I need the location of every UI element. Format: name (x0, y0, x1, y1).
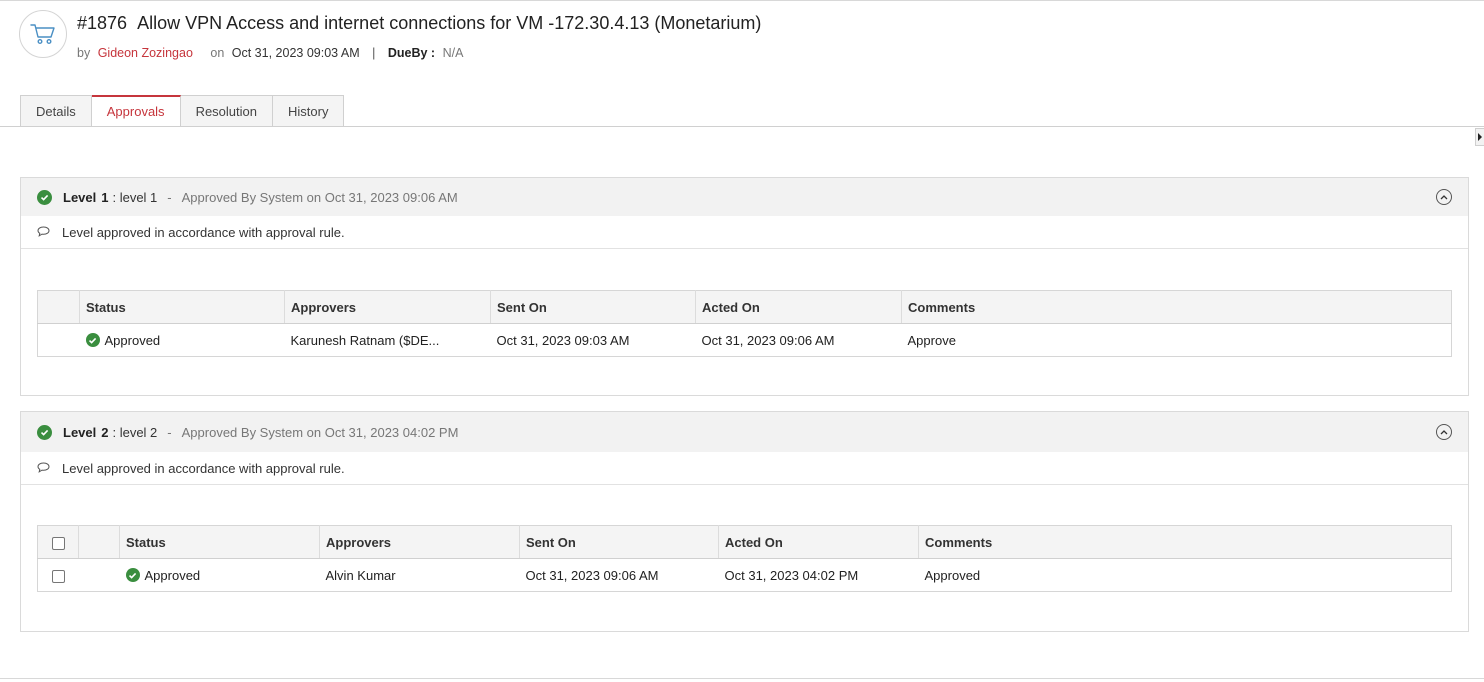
table-row: Approved Karunesh Ratnam ($DE... Oct 31,… (38, 324, 1452, 357)
request-title: #1876 Allow VPN Access and internet conn… (77, 13, 761, 34)
tab-history[interactable]: History (273, 95, 345, 127)
check-circle-icon (85, 333, 100, 347)
level-number: 1 (101, 189, 109, 205)
approval-level-1: Level 1 : level 1 - Approved By System o… (20, 177, 1469, 396)
row-select-cell (38, 559, 79, 592)
column-header-sent-on[interactable]: Sent On (490, 290, 696, 324)
column-header-blank (37, 290, 80, 324)
approvers-table: Status Approvers Sent On Acted On Commen… (37, 525, 1452, 592)
check-circle-icon (125, 568, 140, 582)
table-header-row: Status Approvers Sent On Acted On Commen… (37, 525, 1452, 559)
by-label: by (77, 46, 91, 60)
column-header-status[interactable]: Status (119, 525, 320, 559)
column-header-comments[interactable]: Comments (918, 525, 1452, 559)
created-date: Oct 31, 2023 09:03 AM (231, 46, 360, 60)
level-name: : level 1 (112, 189, 158, 205)
column-header-approvers[interactable]: Approvers (284, 290, 491, 324)
status-cell: Approved (80, 324, 285, 357)
column-header-sent-on[interactable]: Sent On (519, 525, 719, 559)
sent-on-cell: Oct 31, 2023 09:06 AM (525, 567, 659, 583)
status-cell: Approved (120, 559, 320, 592)
level-note-text: Level approved in accordance with approv… (62, 224, 345, 240)
tab-divider (0, 126, 1484, 127)
row-blank-cell (79, 559, 120, 592)
level-header[interactable]: Level 2 : level 2 - Approved By System o… (21, 412, 1468, 452)
acted-on-cell: Oct 31, 2023 04:02 PM (724, 567, 859, 583)
approver-cell: Alvin Kumar (325, 567, 396, 583)
tab-details[interactable]: Details (20, 95, 92, 127)
side-panel-toggle-icon[interactable] (1475, 128, 1484, 146)
check-circle-icon (37, 424, 52, 440)
level-label: Level (63, 189, 97, 205)
approvers-table: Status Approvers Sent On Acted On Commen… (37, 290, 1452, 357)
meta-separator: | (372, 46, 376, 60)
chevron-up-icon[interactable] (1436, 189, 1452, 205)
bottom-border (0, 678, 1484, 679)
level-note-text: Level approved in accordance with approv… (62, 460, 345, 476)
select-all-cell (37, 525, 79, 559)
level-note: Level approved in accordance with approv… (21, 452, 1468, 485)
level-dash: - (167, 189, 172, 205)
level-name: : level 2 (112, 424, 158, 440)
status-text: Approved (144, 567, 201, 583)
acted-on-cell: Oct 31, 2023 09:06 AM (701, 332, 835, 348)
column-header-approvers[interactable]: Approvers (319, 525, 520, 559)
tab-bar: Details Approvals Resolution History (20, 95, 345, 127)
request-meta: by Gideon Zozingao on Oct 31, 2023 09:03… (77, 46, 463, 60)
approval-level-2: Level 2 : level 2 - Approved By System o… (20, 411, 1469, 632)
column-header-acted-on[interactable]: Acted On (695, 290, 902, 324)
column-header-blank (78, 525, 120, 559)
comment-icon (37, 225, 50, 240)
column-header-acted-on[interactable]: Acted On (718, 525, 919, 559)
level-note: Level approved in accordance with approv… (21, 216, 1468, 249)
author-link[interactable]: Gideon Zozingao (98, 46, 193, 60)
table-row: Approved Alvin Kumar Oct 31, 2023 09:06 … (38, 559, 1452, 592)
top-border (0, 0, 1484, 1)
on-label: on (210, 46, 225, 60)
level-dash: - (167, 424, 172, 440)
row-blank-cell (38, 324, 80, 357)
dueby-value: N/A (442, 46, 464, 60)
row-checkbox[interactable] (51, 569, 65, 583)
tab-resolution[interactable]: Resolution (180, 95, 273, 127)
approver-cell: Karunesh Ratnam ($DE... (290, 332, 440, 348)
level-label: Level (63, 424, 97, 440)
comment-icon (37, 461, 50, 476)
sent-on-cell: Oct 31, 2023 09:03 AM (496, 332, 630, 348)
status-text: Approved (104, 332, 161, 348)
request-id: #1876 (77, 13, 128, 33)
dueby-label: DueBy : (387, 46, 436, 60)
level-status: Approved By System on Oct 31, 2023 09:06… (181, 189, 458, 205)
tab-approvals[interactable]: Approvals (91, 95, 181, 127)
check-circle-icon (37, 189, 52, 205)
column-header-comments[interactable]: Comments (901, 290, 1452, 324)
comments-cell: Approved (924, 567, 981, 583)
column-header-status[interactable]: Status (79, 290, 285, 324)
level-header[interactable]: Level 1 : level 1 - Approved By System o… (21, 178, 1468, 216)
chevron-up-icon[interactable] (1436, 424, 1452, 440)
level-number: 2 (101, 424, 109, 440)
comments-cell: Approve (907, 332, 956, 348)
cart-icon (19, 10, 67, 58)
level-status: Approved By System on Oct 31, 2023 04:02… (181, 424, 459, 440)
request-subject: Allow VPN Access and internet connection… (137, 13, 762, 33)
select-all-checkbox[interactable] (51, 536, 65, 550)
table-header-row: Status Approvers Sent On Acted On Commen… (37, 290, 1452, 324)
